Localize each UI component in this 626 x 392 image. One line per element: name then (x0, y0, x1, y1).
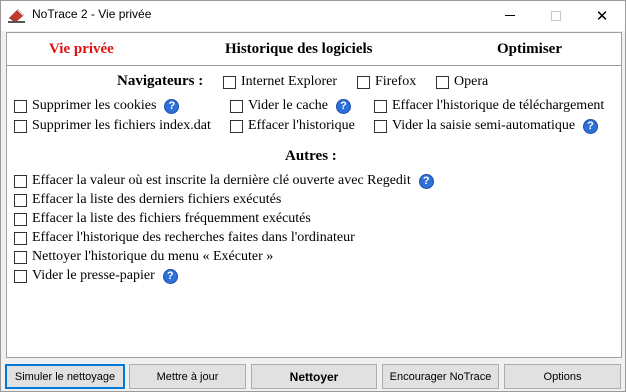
checkbox[interactable] (14, 231, 27, 245)
app-window: NoTrace 2 - Vie privée ✕ Vie privée Hist… (0, 0, 626, 392)
checkbox-label: Effacer la liste des fichiers fréquemmen… (32, 211, 311, 226)
tab-vie-privee[interactable]: Vie privée (49, 41, 114, 58)
checkbox[interactable] (230, 99, 243, 113)
checkbox[interactable] (374, 99, 387, 113)
title-bar[interactable]: NoTrace 2 - Vie privée ✕ (1, 1, 625, 31)
update-button[interactable]: Mettre à jour (129, 364, 246, 389)
option-search-history[interactable]: Effacer l'historique des recherches fait… (14, 230, 355, 246)
checkbox-label: Effacer l'historique de téléchargement (392, 98, 605, 113)
option-regedit-last-key[interactable]: Effacer la valeur où est inscrite la der… (14, 173, 434, 189)
maximize-icon (551, 10, 561, 21)
checkbox[interactable] (223, 75, 236, 89)
close-button[interactable]: ✕ (579, 1, 625, 30)
simulate-cleaning-button[interactable]: Simuler le nettoyage (5, 364, 125, 389)
others-heading: Autres : (285, 148, 337, 164)
option-run-menu-history[interactable]: Nettoyer l'historique du menu « Exécuter… (14, 249, 273, 265)
checkbox-label: Vider le cache (248, 98, 328, 113)
checkbox[interactable] (14, 193, 27, 207)
checkbox-label: Firefox (375, 74, 417, 89)
options-button[interactable]: Options (504, 364, 621, 389)
checkbox-label: Vider la saisie semi-automatique (392, 118, 576, 133)
checkbox-label: Internet Explorer (241, 74, 338, 89)
checkbox[interactable] (14, 99, 27, 113)
checkbox-label: Supprimer les fichiers index.dat (32, 118, 211, 133)
option-recent-executed-files[interactable]: Effacer la liste des derniers fichiers e… (14, 192, 281, 208)
tab-optimiser[interactable]: Optimiser (497, 41, 562, 58)
browser-opera[interactable]: Opera (436, 74, 488, 90)
checkbox[interactable] (14, 174, 27, 188)
option-clear-autocomplete[interactable]: Vider la saisie semi-automatique ? (374, 118, 599, 134)
help-icon[interactable]: ? (583, 118, 599, 134)
checkbox[interactable] (14, 250, 27, 264)
option-clear-history[interactable]: Effacer l'historique (230, 118, 355, 134)
encourage-notrace-button[interactable]: Encourager NoTrace (382, 364, 499, 389)
checkbox-label: Opera (454, 74, 489, 89)
checkbox-label: Vider le presse-papier (32, 268, 155, 283)
checkbox-label: Effacer l'historique des recherches fait… (32, 230, 355, 245)
main-panel: Vie privée Historique des logiciels Opti… (6, 32, 622, 358)
minimize-icon (505, 15, 515, 16)
tab-divider (7, 65, 621, 66)
checkbox[interactable] (14, 269, 27, 283)
maximize-button[interactable] (533, 1, 579, 30)
checkbox[interactable] (14, 119, 27, 133)
eraser-app-icon (8, 8, 25, 23)
help-icon[interactable]: ? (164, 98, 180, 114)
checkbox[interactable] (357, 75, 370, 89)
help-icon[interactable]: ? (162, 268, 178, 284)
option-clear-download-history[interactable]: Effacer l'historique de téléchargement (374, 98, 604, 114)
minimize-button[interactable] (487, 1, 533, 30)
checkbox-label: Effacer la liste des derniers fichiers e… (32, 192, 282, 207)
checkbox[interactable] (14, 212, 27, 226)
checkbox[interactable] (436, 75, 449, 89)
checkbox[interactable] (374, 119, 387, 133)
option-frequent-executed-files[interactable]: Effacer la liste des fichiers fréquemmen… (14, 211, 311, 227)
tab-historique-logiciels[interactable]: Historique des logiciels (225, 41, 373, 58)
browser-firefox[interactable]: Firefox (357, 74, 416, 90)
option-delete-cookies[interactable]: Supprimer les cookies ? (14, 98, 180, 114)
window-title: NoTrace 2 - Vie privée (32, 7, 152, 21)
option-clear-cache[interactable]: Vider le cache ? (230, 98, 351, 114)
checkbox[interactable] (230, 119, 243, 133)
checkbox-label: Effacer la valeur où est inscrite la der… (32, 173, 411, 188)
clean-button[interactable]: Nettoyer (251, 364, 377, 389)
checkbox-label: Effacer l'historique (248, 118, 355, 133)
browsers-heading: Navigateurs : (117, 73, 204, 89)
help-icon[interactable]: ? (336, 98, 351, 114)
close-icon: ✕ (595, 6, 609, 25)
browser-internet-explorer[interactable]: Internet Explorer (223, 74, 337, 90)
help-icon[interactable]: ? (418, 173, 434, 189)
option-clear-clipboard[interactable]: Vider le presse-papier ? (14, 268, 178, 284)
checkbox-label: Nettoyer l'historique du menu « Exécuter… (32, 249, 274, 264)
option-delete-index-dat[interactable]: Supprimer les fichiers index.dat (14, 118, 211, 134)
checkbox-label: Supprimer les cookies (32, 98, 157, 113)
